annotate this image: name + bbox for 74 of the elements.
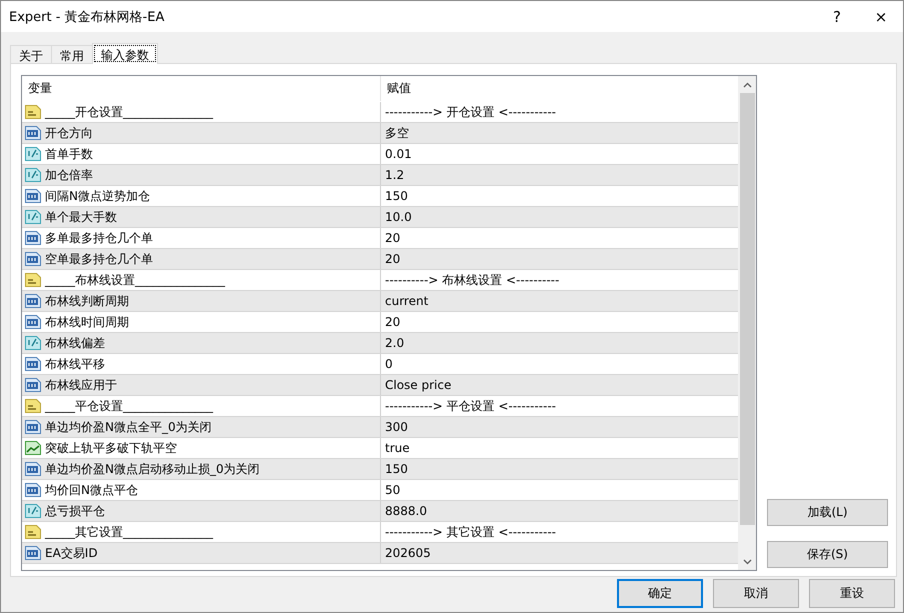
parameter-name: _____平仓设置_______________ (45, 398, 213, 414)
parameter-value[interactable]: -----------> 平仓设置 <----------- (385, 398, 556, 414)
decimal-type-icon (24, 334, 42, 352)
column-header[interactable]: 赋值 (387, 80, 411, 97)
parameter-name: 单边均价盈N微点全平_0为关闭 (45, 418, 212, 436)
parameter-value[interactable]: 20 (385, 252, 400, 266)
decimal-type-icon (24, 166, 42, 184)
parameter-value[interactable]: 150 (385, 462, 408, 476)
parameter-name: 多单最多持仓几个单 (45, 230, 153, 246)
tab[interactable]: 输入参数 (92, 43, 158, 64)
text-type-icon (24, 271, 42, 289)
parameter-value[interactable]: 202605 (385, 546, 431, 560)
parameter-name: 首单手数 (45, 146, 93, 162)
parameter-value[interactable]: 150 (385, 189, 408, 203)
column-header[interactable]: 变量 (28, 80, 52, 97)
dialog-button[interactable]: 确定 (617, 579, 703, 608)
parameter-value[interactable]: 多空 (385, 124, 409, 142)
parameter-value[interactable]: 2.0 (385, 336, 404, 350)
parameter-value[interactable]: current (385, 294, 428, 308)
parameter-value[interactable]: 0.01 (385, 147, 412, 161)
parameter-value[interactable]: true (385, 441, 410, 455)
text-type-icon (24, 523, 42, 541)
decimal-type-icon (24, 145, 42, 163)
parameter-value[interactable]: Close price (385, 378, 452, 392)
parameter-value[interactable]: 20 (385, 231, 400, 245)
parameter-value[interactable]: 8888.0 (385, 504, 427, 518)
parameter-name: 布林线时间周期 (45, 314, 129, 330)
help-button[interactable]: ? (815, 8, 859, 26)
integer-type-icon (24, 460, 42, 478)
side-button[interactable]: 加载(L) (767, 499, 888, 526)
parameter-name: 布林线平移 (45, 356, 105, 372)
parameter-name: 均价回N微点平仓 (45, 482, 138, 498)
parameter-name: 单边均价盈N微点启动移动止损_0为关闭 (45, 460, 260, 478)
tab[interactable]: 关于 (10, 45, 52, 64)
parameter-name: 空单最多持仓几个单 (45, 250, 153, 268)
decimal-type-icon (24, 502, 42, 520)
parameter-name: 布林线判断周期 (45, 292, 129, 310)
text-type-icon (24, 397, 42, 415)
parameter-name: 总亏损平仓 (45, 502, 105, 520)
parameter-name: 开仓方向 (45, 124, 93, 142)
parameter-name: 突破上轨平多破下轨平空 (45, 440, 177, 456)
parameter-name: _____其它设置_______________ (45, 524, 213, 540)
parameter-value[interactable]: -----------> 其它设置 <----------- (385, 524, 556, 540)
integer-type-icon (24, 292, 42, 310)
side-button[interactable]: 保存(S) (767, 541, 888, 568)
chart-type-icon (24, 439, 42, 457)
parameter-value[interactable]: 300 (385, 420, 408, 434)
parameter-value[interactable]: 0 (385, 357, 393, 371)
parameter-name: 布林线偏差 (45, 334, 105, 352)
integer-type-icon (24, 376, 42, 394)
decimal-type-icon (24, 208, 42, 226)
integer-type-icon (24, 124, 42, 142)
integer-type-icon (24, 544, 42, 562)
integer-type-icon (24, 250, 42, 268)
dialog-button[interactable]: 取消 (713, 579, 799, 608)
tab[interactable]: 常用 (51, 45, 93, 64)
window-title: Expert - 黃金布林网格-EA (9, 8, 166, 26)
parameter-value[interactable]: 10.0 (385, 210, 412, 224)
parameter-value[interactable]: ----------> 布林线设置 <---------- (385, 272, 560, 288)
parameter-value[interactable]: -----------> 开仓设置 <----------- (385, 104, 556, 120)
parameter-value[interactable]: 20 (385, 315, 400, 329)
parameter-name: _____开仓设置_______________ (45, 104, 213, 120)
parameter-value[interactable]: 50 (385, 483, 400, 497)
parameter-name: 布林线应用于 (45, 376, 117, 394)
parameter-name: EA交易ID (45, 544, 98, 562)
parameter-name: _____布林线设置_______________ (45, 272, 225, 288)
text-type-icon (24, 103, 42, 121)
close-button[interactable]: × (859, 8, 903, 26)
parameter-value[interactable]: 1.2 (385, 168, 404, 182)
parameter-name: 间隔N微点逆势加仓 (45, 188, 150, 204)
dialog-button[interactable]: 重设 (809, 579, 895, 608)
integer-type-icon (24, 418, 42, 436)
parameter-name: 加仓倍率 (45, 166, 93, 184)
parameter-name: 单个最大手数 (45, 208, 117, 226)
